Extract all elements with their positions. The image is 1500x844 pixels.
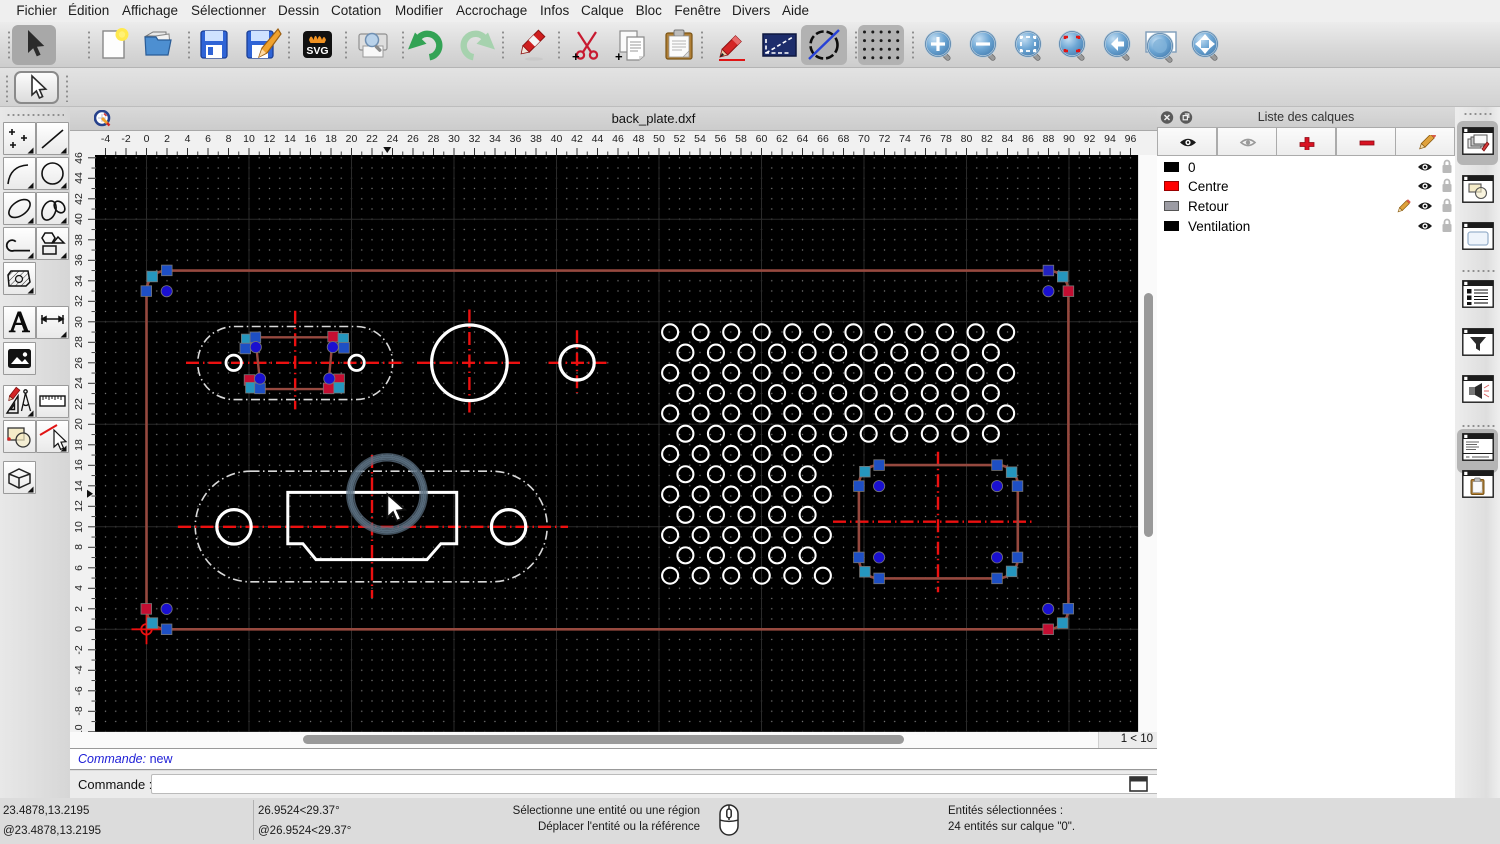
svg-text:+: + xyxy=(615,49,623,64)
svg-text:SVG: SVG xyxy=(306,45,328,57)
svg-text:+: + xyxy=(572,49,580,64)
